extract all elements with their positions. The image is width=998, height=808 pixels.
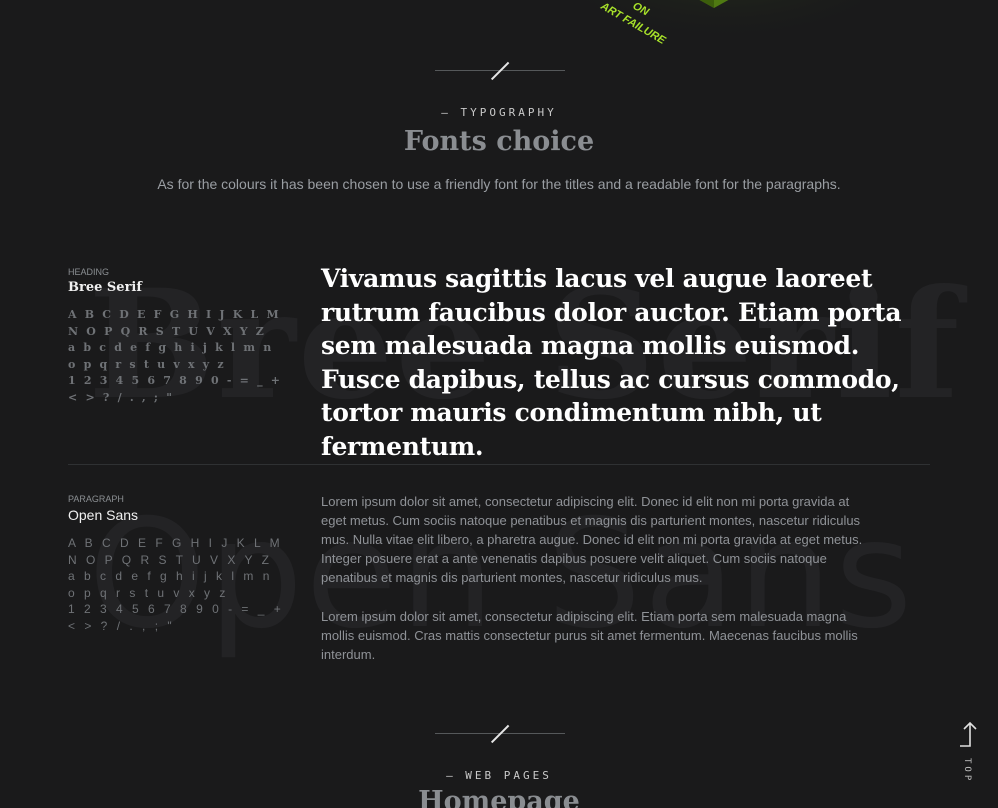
heading-font-glyphs: A B C D E F G H I J K L M N O P Q R S T … — [68, 308, 283, 404]
hero-artwork: ON ART FAILURE — [541, 0, 860, 70]
paragraph-font-label: PARAGRAPH — [68, 494, 124, 504]
heading-font-label: HEADING — [68, 267, 110, 277]
web-pages-eyebrow: — WEB PAGES — [446, 769, 552, 782]
heading-font-name: Bree Serif — [68, 280, 142, 295]
typography-eyebrow: — TYPOGRAPHY — [441, 106, 557, 119]
typography-title: Fonts choice — [403, 126, 595, 157]
arrow-up-icon — [960, 721, 977, 747]
back-to-top-button[interactable]: TOP — [952, 718, 982, 784]
typography-description: As for the colours it has been chosen to… — [157, 176, 841, 192]
paragraph-font-sample-2: Lorem ipsum dolor sit amet, consectetur … — [321, 609, 858, 662]
paragraph-font-sample-1: Lorem ipsum dolor sit amet, consectetur … — [321, 494, 863, 585]
heading-font-sample: Vivamus sagittis lacus vel augue laoreet… — [321, 264, 902, 461]
web-pages-title: Homepage — [418, 786, 580, 808]
back-to-top-label: TOP — [962, 758, 972, 784]
paragraph-font-name: Open Sans — [68, 507, 139, 523]
paragraph-font-glyphs: A B C D E F G H I J K L M N O P Q R S T … — [68, 536, 284, 633]
font-divider — [68, 464, 930, 465]
section-divider-typography — [435, 57, 565, 87]
section-divider-web-pages — [435, 720, 565, 750]
